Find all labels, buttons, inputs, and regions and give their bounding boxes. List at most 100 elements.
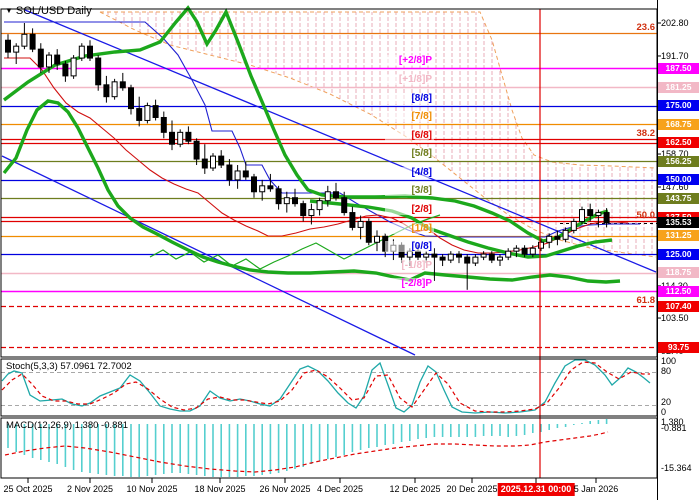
- date-label: 5 Jan 2026: [573, 484, 619, 494]
- candle-body: [439, 256, 446, 261]
- stoch-indicator-label: Stoch(5,3,3) 57.0961 72.7002: [6, 361, 132, 372]
- price-badge: 131.25: [658, 230, 699, 242]
- macd-signal-line: [4, 431, 609, 473]
- chart-window: ▼ SOL/USD Daily Stoch(5,3,3) 57.0961 72.7…: [0, 0, 700, 500]
- price-badge: 135.53: [658, 217, 699, 229]
- candle-body: [521, 247, 528, 255]
- murrey-label: [5/8]: [385, 148, 434, 160]
- candle-body: [579, 209, 585, 222]
- candle-body: [201, 158, 208, 169]
- candle-body: [472, 256, 479, 264]
- price-badge: 93.75: [658, 341, 699, 353]
- candle-body: [300, 203, 307, 217]
- candle-body: [513, 247, 520, 252]
- candle-body: [78, 45, 85, 59]
- candle-body: [242, 170, 249, 178]
- candle-body: [29, 33, 36, 50]
- price-badge: 150.00: [658, 174, 699, 186]
- candle-body: [570, 220, 577, 231]
- candle-body: [210, 155, 216, 169]
- candle-body: [529, 247, 536, 255]
- date-label: 20 Dec 2025: [446, 484, 498, 494]
- candle-body: [349, 212, 356, 228]
- price-badge: 187.50: [658, 62, 699, 74]
- candle-body: [13, 45, 20, 53]
- murrey-label: [+2/8]P: [385, 55, 434, 67]
- price-tick-label: 191.70: [661, 50, 689, 61]
- candle-body: [554, 235, 561, 240]
- candle-body: [119, 81, 126, 89]
- murrey-label: [2/8]: [385, 204, 434, 215]
- candle-body: [365, 220, 372, 243]
- fib-label: 38.2: [636, 128, 656, 139]
- macd-axis-label: -15.364: [661, 463, 692, 473]
- fib-label: 61.8: [636, 295, 656, 306]
- candle-body: [160, 116, 167, 133]
- stoch-axis-label: 0: [661, 407, 667, 417]
- stoch-axis-label: 80: [661, 366, 672, 376]
- price-tick-label: 202.80: [661, 18, 689, 28]
- candle-body: [218, 155, 225, 166]
- candle-body: [111, 81, 118, 98]
- macd-indicator-label: MACD(12,26,9) 1.380 -0.881: [6, 420, 128, 431]
- price-tick-label: 103.50: [661, 313, 689, 324]
- candle-body: [595, 212, 602, 217]
- price-badge: 112.50: [658, 285, 699, 297]
- candle-body: [21, 33, 28, 47]
- date-label: 2 Nov 2025: [66, 484, 114, 494]
- candle-body: [447, 253, 454, 261]
- trendline: [1, 155, 416, 356]
- candle-body: [324, 191, 331, 202]
- candle-body: [152, 105, 159, 118]
- candle-body: [193, 140, 200, 160]
- candle-body: [62, 63, 69, 77]
- candle-body: [37, 48, 44, 68]
- price-badge: 175.00: [658, 100, 699, 112]
- candle-body: [226, 164, 233, 181]
- candle-body: [95, 57, 102, 86]
- candle-body: [562, 229, 569, 240]
- candle-body: [169, 131, 175, 145]
- candle-body: [456, 253, 462, 258]
- date-label-highlighted: 2025.12.31 00:00: [497, 483, 575, 496]
- candle-body: [87, 45, 93, 59]
- macd-axis-label: -0.881: [661, 423, 687, 433]
- candle-body: [497, 256, 503, 261]
- murrey-label: [3/8]: [385, 185, 434, 197]
- date-label: 10 Nov 2025: [126, 484, 178, 494]
- murrey-label: [+1/8]P: [385, 74, 434, 86]
- candle-body: [46, 54, 52, 68]
- candle-body: [357, 220, 364, 228]
- date-label: 25 Oct 2025: [3, 484, 53, 494]
- price-badge: 156.25: [658, 155, 699, 167]
- candle-body: [144, 105, 151, 121]
- candle-body: [333, 191, 339, 199]
- candle-body: [267, 185, 274, 190]
- candle-body: [136, 108, 143, 121]
- candle-body: [423, 253, 430, 258]
- candle-body: [283, 197, 290, 205]
- price-badge: 107.40: [658, 300, 699, 312]
- date-label: 12 Dec 2025: [389, 484, 441, 494]
- candle-body: [259, 185, 266, 193]
- stoch-axis-label: 20: [661, 397, 672, 407]
- murrey-label: [6/8]: [385, 129, 434, 141]
- stoch-axis-label: 100: [661, 356, 677, 366]
- candle-body: [488, 253, 495, 261]
- price-badge: 168.75: [658, 118, 699, 130]
- symbol-title-bar[interactable]: ▼ SOL/USD Daily: [5, 5, 92, 17]
- candle-body: [308, 209, 315, 217]
- candle-body: [251, 176, 257, 193]
- candle-body: [177, 131, 184, 145]
- price-badge: 125.00: [658, 248, 699, 260]
- date-label: 4 Dec 2025: [316, 484, 364, 494]
- candle-body: [275, 188, 282, 205]
- murrey-label: [1/8]: [385, 222, 434, 234]
- fib-label: 50.0: [636, 210, 656, 221]
- candle-body: [374, 235, 380, 243]
- candle-body: [587, 209, 594, 217]
- candle-body: [70, 57, 77, 77]
- candle-body: [603, 212, 610, 224]
- price-badge: 181.25: [658, 81, 699, 93]
- chevron-down-icon[interactable]: ▼: [5, 6, 13, 15]
